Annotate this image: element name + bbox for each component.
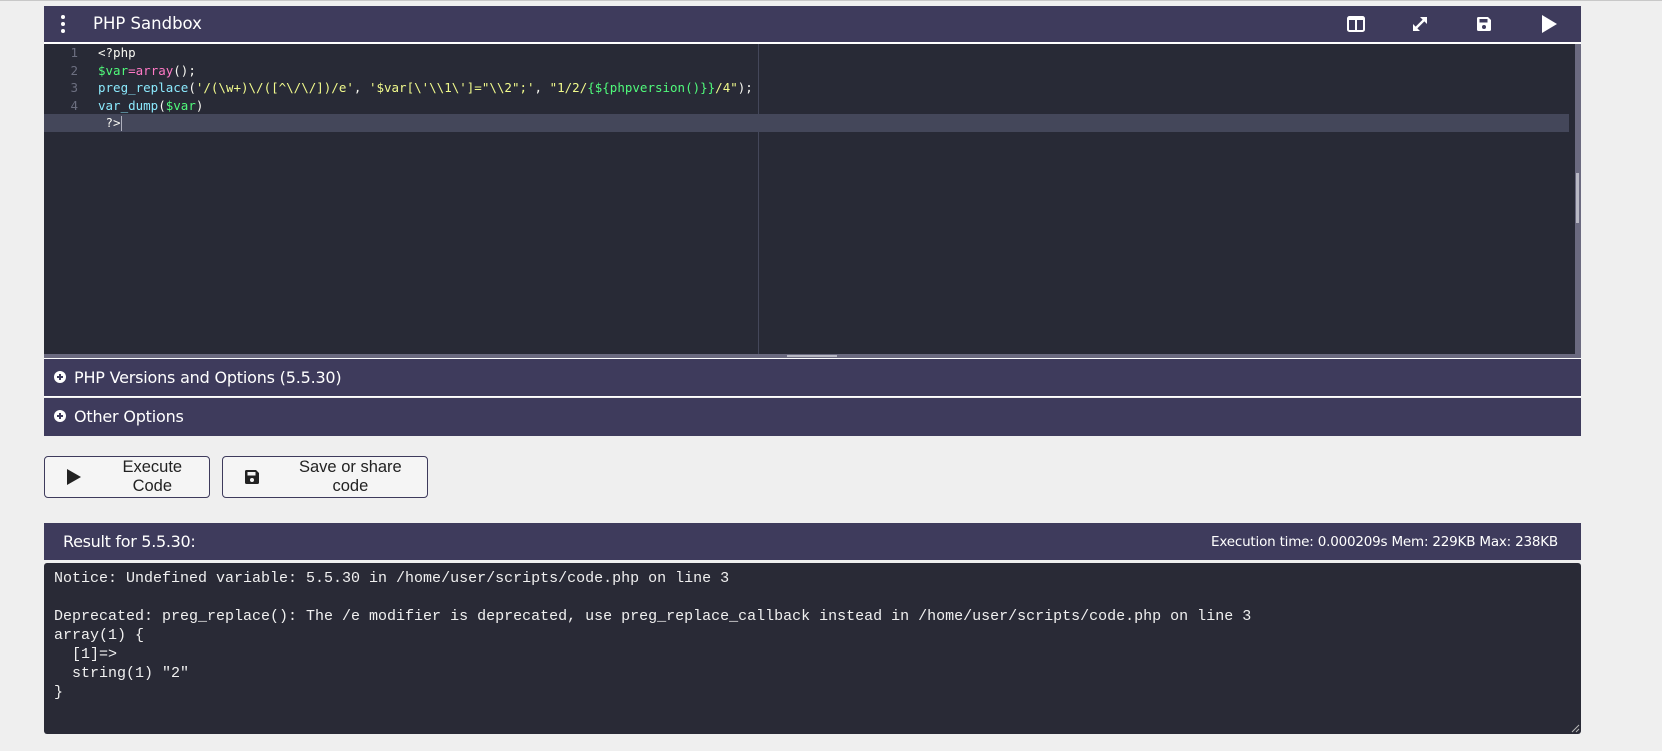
code-token: array: [135, 62, 174, 78]
play-icon: [1542, 15, 1557, 33]
code-token: $var: [98, 62, 129, 78]
code-token: ?>: [98, 115, 121, 130]
output-line: }: [54, 684, 64, 701]
output-line: Deprecated: preg_replace(): The /e modif…: [54, 608, 1252, 625]
play-icon: [66, 468, 86, 486]
output-line: string(1) "2": [54, 665, 190, 682]
code-line[interactable]: $var=array();: [98, 62, 1569, 80]
code-token: );: [737, 80, 753, 95]
browser-top-border: [0, 0, 1662, 1]
scrollbar-thumb[interactable]: [1576, 173, 1579, 223]
line-number-gutter: 12345: [44, 44, 88, 358]
result-output[interactable]: Notice: Undefined variable: 5.5.30 in /h…: [44, 563, 1581, 734]
button-label: Execute Code: [122, 458, 183, 495]
code-token: (: [158, 97, 166, 113]
code-line[interactable]: preg_replace('/(\w+)\/([^\/\/])/e', '$va…: [98, 79, 1569, 97]
code-token: '$var[\'\\1\']="\\2";': [368, 80, 535, 95]
text-cursor: [120, 116, 122, 131]
code-token: preg_replace: [98, 80, 189, 95]
page-title: PHP Sandbox: [93, 14, 202, 33]
code-token: ,: [534, 80, 550, 95]
columns-icon: [1347, 16, 1365, 32]
php-versions-accordion[interactable]: PHP Versions and Options (5.5.30): [44, 359, 1581, 396]
run-header-button[interactable]: [1537, 13, 1561, 35]
floppy-disk-icon: [1477, 17, 1491, 31]
result-header: Result for 5.5.30: Execution time: 0.000…: [44, 523, 1581, 560]
line-number: 4: [70, 97, 78, 113]
code-token: (: [188, 80, 196, 95]
code-line[interactable]: var_dump($var): [98, 97, 1569, 115]
editor-vertical-scrollbar[interactable]: [1575, 44, 1581, 358]
sandbox-header: PHP Sandbox: [44, 6, 1581, 44]
code-token: '/(\w+)\/([^\/\/])/e': [195, 80, 354, 95]
line-number: 3: [70, 80, 78, 95]
plus-circle-icon: [54, 410, 66, 422]
result-title: Result for 5.5.30:: [63, 532, 196, 551]
code-token: $var: [165, 97, 196, 113]
line-number: 1: [70, 45, 78, 60]
code-editor[interactable]: 12345 <?php$var=array();preg_replace('/(…: [44, 44, 1581, 358]
code-token: =: [128, 62, 136, 78]
scrollbar-thumb[interactable]: [787, 355, 837, 357]
accordion-label: PHP Versions and Options (5.5.30): [74, 368, 342, 387]
menu-kebab-icon[interactable]: [58, 14, 68, 34]
code-line[interactable]: ?>: [98, 114, 1569, 132]
output-line: [1]=>: [54, 646, 118, 663]
code-token: var_dump: [98, 97, 159, 113]
code-token: ();: [173, 62, 196, 78]
code-token: ): [195, 97, 204, 113]
code-token: /4": [715, 80, 738, 95]
output-line: Notice: Undefined variable: 5.5.30 in /h…: [54, 570, 730, 587]
code-token: "1/2/: [549, 80, 588, 95]
code-token: {${phpversion()}}: [587, 80, 716, 95]
button-label: Save or share code: [299, 458, 402, 495]
accordion-label: Other Options: [74, 407, 184, 426]
other-options-accordion[interactable]: Other Options: [44, 398, 1581, 436]
code-token: <?php: [98, 45, 136, 60]
execution-stats: Execution time: 0.000209s Mem: 229KB Max…: [1211, 534, 1558, 550]
save-share-button[interactable]: Save or share code: [222, 456, 428, 498]
split-view-button[interactable]: [1344, 13, 1368, 35]
code-line[interactable]: <?php: [98, 44, 1569, 62]
plus-circle-icon: [54, 371, 66, 383]
fullscreen-button[interactable]: [1408, 13, 1432, 35]
line-number: 2: [70, 62, 78, 78]
output-line: array(1) {: [54, 627, 145, 644]
execute-code-button[interactable]: Execute Code: [44, 456, 210, 498]
resize-handle-icon[interactable]: [1570, 723, 1580, 733]
code-token: ,: [353, 80, 369, 95]
floppy-disk-icon: [244, 469, 264, 485]
save-header-button[interactable]: [1472, 13, 1496, 35]
expand-icon: [1413, 17, 1427, 31]
divider: [44, 396, 1581, 397]
code-lines[interactable]: <?php $var=array(); preg_replace('/(\w+)\/…: [98, 44, 1569, 132]
